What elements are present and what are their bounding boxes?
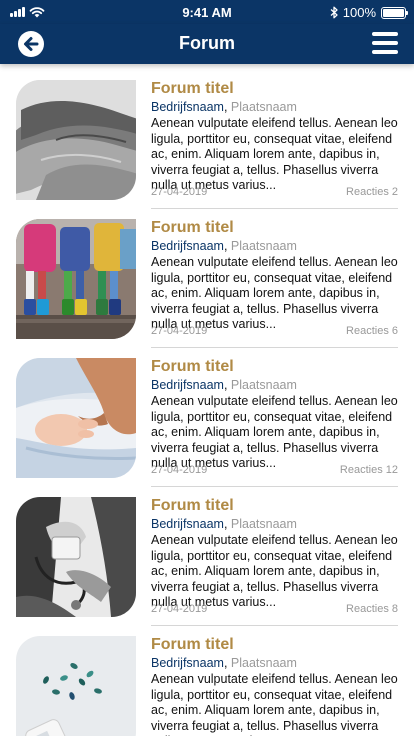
post-meta: Bedrijfsnaam, Plaatsnaam [151, 378, 297, 392]
post-reactions: Reacties 8 [346, 603, 398, 615]
forum-post[interactable]: Forum titel Bedrijfsnaam, Plaatsnaam Aen… [16, 342, 398, 487]
post-title: Forum titel [151, 358, 234, 375]
forum-post[interactable]: Forum titel Bedrijfsnaam, Plaatsnaam Aen… [16, 64, 398, 209]
post-date: 27-04-2019 [151, 603, 208, 615]
post-content: Forum titel Bedrijfsnaam, Plaatsnaam Aen… [151, 497, 398, 611]
post-excerpt: Aenean vulputate eleifend tellus. Aenean… [151, 394, 398, 470]
post-reactions: Reacties 6 [346, 325, 398, 337]
company-name[interactable]: Bedrijfsnaam [151, 239, 224, 253]
company-name[interactable]: Bedrijfsnaam [151, 378, 224, 392]
post-thumbnail [16, 636, 136, 736]
post-footer: 27-04-2019 Reacties 12 [151, 464, 398, 476]
blood-pressure-photo [16, 497, 136, 617]
place-name: Plaatsnaam [230, 378, 297, 392]
company-name[interactable]: Bedrijfsnaam [151, 656, 224, 670]
post-content: Forum titel Bedrijfsnaam, Plaatsnaam Aen… [151, 358, 398, 472]
post-meta: Bedrijfsnaam, Plaatsnaam [151, 239, 297, 253]
post-meta: Bedrijfsnaam, Plaatsnaam [151, 656, 297, 670]
place-name: Plaatsnaam [230, 100, 297, 114]
post-title: Forum titel [151, 219, 234, 236]
battery-icon [381, 6, 408, 19]
post-footer: 27-04-2019 Reacties 6 [151, 325, 398, 337]
post-footer: 27-04-2019 Reacties 2 [151, 186, 398, 198]
post-date: 27-04-2019 [151, 325, 208, 337]
forum-post[interactable]: Forum titel Bedrijfsnaam, Plaatsnaam Aen… [16, 481, 398, 626]
post-meta: Bedrijfsnaam, Plaatsnaam [151, 517, 297, 531]
post-title: Forum titel [151, 80, 234, 97]
post-content: Forum titel Bedrijfsnaam, Plaatsnaam Aen… [151, 636, 398, 736]
post-excerpt: Aenean vulputate eleifend tellus. Aenean… [151, 116, 398, 192]
baby-hand-photo [16, 358, 136, 478]
company-name[interactable]: Bedrijfsnaam [151, 100, 224, 114]
post-thumbnail [16, 219, 136, 339]
children-rain-boots-photo [16, 219, 136, 339]
post-date: 27-04-2019 [151, 186, 208, 198]
navigation-bar: Forum [0, 24, 414, 64]
post-reactions: Reacties 2 [346, 186, 398, 198]
place-name: Plaatsnaam [230, 517, 297, 531]
post-footer: 27-04-2019 Reacties 8 [151, 603, 398, 615]
post-excerpt: Aenean vulputate eleifend tellus. Aenean… [151, 533, 398, 609]
post-meta: Bedrijfsnaam, Plaatsnaam [151, 100, 297, 114]
post-title: Forum titel [151, 497, 234, 514]
post-excerpt: Aenean vulputate eleifend tellus. Aenean… [151, 672, 398, 736]
post-date: 27-04-2019 [151, 464, 208, 476]
post-title: Forum titel [151, 636, 234, 653]
forum-post[interactable]: Forum titel Bedrijfsnaam, Plaatsnaam Aen… [16, 620, 398, 736]
forum-post[interactable]: Forum titel Bedrijfsnaam, Plaatsnaam Aen… [16, 203, 398, 348]
battery-percentage: 100% [342, 5, 376, 20]
place-name: Plaatsnaam [230, 656, 297, 670]
company-name[interactable]: Bedrijfsnaam [151, 517, 224, 531]
post-thumbnail [16, 497, 136, 617]
post-reactions: Reacties 12 [339, 464, 398, 476]
place-name: Plaatsnaam [230, 239, 297, 253]
stacked-hands-photo [16, 80, 136, 200]
pills-bottle-photo [16, 636, 136, 736]
forum-list: Forum titel Bedrijfsnaam, Plaatsnaam Aen… [0, 64, 414, 736]
status-bar: 9:41 AM 100% [0, 0, 414, 24]
page-title: Forum [179, 33, 235, 53]
post-thumbnail [16, 358, 136, 478]
post-excerpt: Aenean vulputate eleifend tellus. Aenean… [151, 255, 398, 331]
post-thumbnail [16, 80, 136, 200]
status-right: 100% [330, 5, 408, 20]
bluetooth-icon [330, 6, 338, 19]
hamburger-menu-icon[interactable] [372, 32, 398, 54]
post-content: Forum titel Bedrijfsnaam, Plaatsnaam Aen… [151, 80, 398, 194]
post-content: Forum titel Bedrijfsnaam, Plaatsnaam Aen… [151, 219, 398, 333]
